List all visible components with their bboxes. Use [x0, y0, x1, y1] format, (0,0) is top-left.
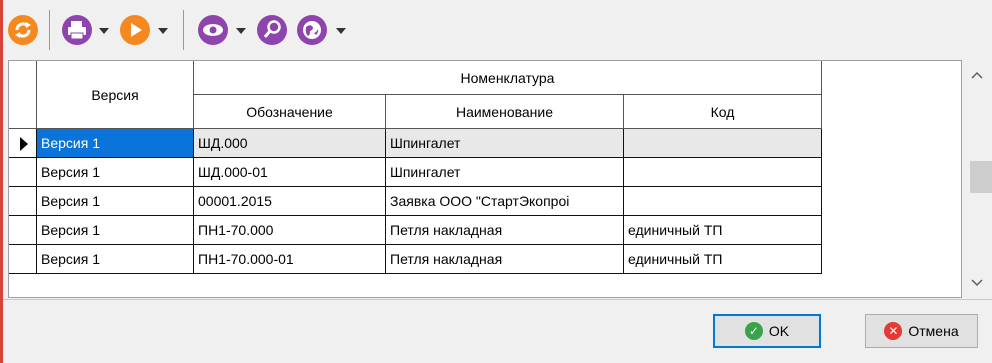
row-indicator — [9, 158, 37, 187]
ok-button[interactable]: ✓ OK — [713, 314, 821, 348]
column-header-code[interactable]: Код — [624, 95, 822, 129]
close-icon: ✕ — [884, 322, 903, 340]
column-header-designation[interactable]: Обозначение — [194, 95, 386, 129]
cell-name[interactable]: Петля накладная — [386, 216, 624, 245]
cell-code[interactable] — [624, 129, 822, 158]
globe-icon — [297, 15, 327, 45]
row-indicator — [9, 129, 37, 158]
cell-code[interactable] — [624, 158, 822, 187]
toolbar — [3, 0, 992, 58]
run-button[interactable] — [119, 13, 151, 47]
column-group-header-nomenclature: Номенклатура — [194, 61, 822, 95]
print-icon — [62, 15, 92, 45]
cell-version[interactable]: Версия 1 — [37, 158, 194, 187]
search-button[interactable] — [256, 13, 288, 47]
cell-code[interactable]: единичный ТП — [624, 245, 822, 274]
view-icon — [198, 15, 228, 45]
cell-designation[interactable]: 00001.2015 — [194, 187, 386, 216]
toolbar-separator — [49, 10, 50, 50]
cell-designation[interactable]: ПН1-70.000-01 — [194, 245, 386, 274]
cell-version[interactable]: Версия 1 — [37, 129, 194, 158]
refresh-button[interactable] — [7, 13, 39, 47]
cell-name[interactable]: Шпингалет — [386, 129, 624, 158]
scroll-down-button[interactable] — [962, 268, 992, 298]
view-dropdown-arrow[interactable] — [236, 28, 246, 34]
chevron-up-icon — [971, 71, 983, 79]
globe-dropdown-arrow[interactable] — [336, 28, 346, 34]
cell-designation[interactable]: ПН1-70.000 — [194, 216, 386, 245]
cell-designation[interactable]: ШД.000 — [194, 129, 386, 158]
data-grid: Версия Номенклатура Обозначение Наименов… — [8, 60, 962, 298]
cell-name[interactable]: Шпингалет — [386, 158, 624, 187]
column-header-version[interactable]: Версия — [37, 61, 194, 129]
cell-name[interactable]: Петля накладная — [386, 245, 624, 274]
play-icon — [120, 15, 150, 45]
refresh-icon — [8, 15, 38, 45]
column-header-name[interactable]: Наименование — [386, 95, 624, 129]
current-row-arrow-icon — [20, 137, 28, 151]
row-indicator — [9, 245, 37, 274]
cell-version[interactable]: Версия 1 — [37, 245, 194, 274]
run-dropdown-arrow[interactable] — [158, 28, 168, 34]
print-dropdown-arrow[interactable] — [99, 28, 109, 34]
view-button[interactable] — [197, 13, 229, 47]
cell-code[interactable]: единичный ТП — [624, 216, 822, 245]
divider — [3, 299, 992, 300]
cell-designation[interactable]: ШД.000-01 — [194, 158, 386, 187]
cell-name[interactable]: Заявка ООО "СтартЭкопроі — [386, 187, 624, 216]
scroll-up-button[interactable] — [962, 60, 992, 90]
chevron-down-icon — [971, 279, 983, 287]
row-indicator — [9, 216, 37, 245]
cell-code[interactable] — [624, 187, 822, 216]
globe-button[interactable] — [296, 13, 328, 47]
cell-version[interactable]: Версия 1 — [37, 216, 194, 245]
cell-version[interactable]: Версия 1 — [37, 187, 194, 216]
ok-button-label: OK — [768, 323, 790, 339]
cancel-button-label: Отмена — [908, 323, 959, 339]
scrollbar-thumb[interactable] — [970, 161, 992, 193]
print-button[interactable] — [61, 13, 93, 47]
row-indicator — [9, 187, 37, 216]
row-indicator-header — [9, 61, 37, 129]
vertical-scrollbar[interactable] — [962, 60, 992, 298]
check-icon: ✓ — [744, 322, 763, 340]
toolbar-separator — [183, 10, 184, 50]
cancel-button[interactable]: ✕ Отмена — [865, 314, 978, 348]
search-icon — [257, 15, 287, 45]
